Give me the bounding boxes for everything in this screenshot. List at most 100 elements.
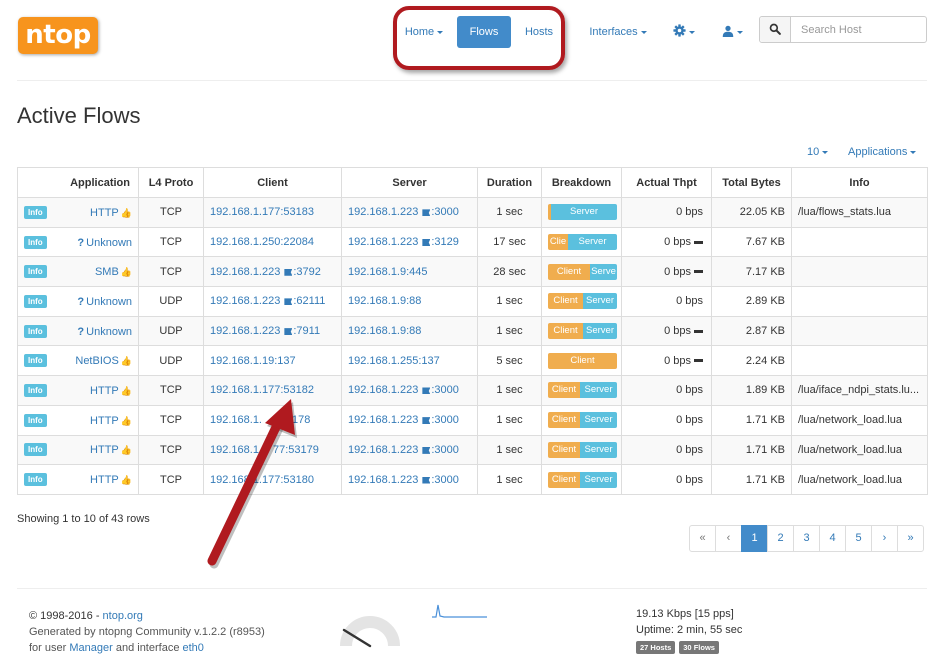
page-2[interactable]: 2 [767, 525, 794, 552]
info-button[interactable]: Info [24, 265, 47, 279]
thumbs-up-icon: 👍 [120, 445, 132, 456]
info-button[interactable]: Info [24, 235, 47, 249]
interface-link[interactable]: eth0 [183, 642, 204, 654]
showing-rows-text: Showing 1 to 10 of 43 rows [17, 513, 150, 525]
col-l4-proto[interactable]: L4 Proto [138, 167, 204, 198]
client-link[interactable]: 192.168.1.223:7911 [203, 315, 342, 347]
user-interface-line: for user Manager and interface eth0 [29, 640, 265, 656]
thpt-value: 0 bps [664, 325, 691, 338]
col-total-bytes[interactable]: Total Bytes [711, 167, 792, 198]
client-link[interactable]: 192.168.1. 178 [203, 404, 342, 436]
client-link[interactable]: 192.168.1.223:62111 [203, 286, 342, 317]
proto-cell: UDP [138, 286, 204, 317]
info-button[interactable]: Info [24, 324, 47, 338]
nav-user[interactable] [716, 16, 748, 48]
app-link[interactable]: SMB 👍 [95, 266, 132, 278]
app-link[interactable]: HTTP 👍 [90, 415, 132, 427]
client-link[interactable]: 192.168.1. 77:53179 [203, 434, 342, 466]
server-link[interactable]: 192.168.1.223:3129 [341, 226, 478, 258]
server-link[interactable]: 192.168.1.255:137 [341, 345, 478, 377]
app-link[interactable]: ? Unknown [77, 237, 132, 249]
info-button[interactable]: Info [24, 443, 47, 457]
info-button[interactable]: Info [24, 413, 47, 427]
col-info[interactable]: Info [791, 167, 928, 198]
chevron-down-icon [689, 30, 695, 34]
page-last[interactable]: » [897, 525, 924, 552]
client-link[interactable]: 192.168.1.19:137 [203, 345, 342, 377]
page-3[interactable]: 3 [793, 525, 820, 552]
client-port: 178 [292, 414, 311, 427]
info-button[interactable]: Info [24, 294, 47, 308]
server-link[interactable]: 192.168.1.223:3000 [341, 404, 478, 436]
server-link[interactable]: 192.168.1.223:3000 [341, 434, 478, 466]
throughput-gauge [340, 616, 400, 648]
server-link[interactable]: 192.168.1.9:445 [341, 256, 478, 288]
server-port: :3000 [431, 206, 459, 219]
server-host: 192.168.1.223 [348, 206, 419, 219]
client-host: 192.168.1.223 [210, 295, 281, 308]
col-application[interactable]: Application [17, 167, 139, 198]
page-1[interactable]: 1 [741, 525, 768, 552]
client-link[interactable]: 192.168.1.250:22084 [203, 226, 342, 258]
server-link[interactable]: 192.168.1.223:3000 [341, 375, 478, 406]
client-link[interactable]: 192.168.1.177:53182 [203, 375, 342, 406]
flag-icon [284, 298, 293, 306]
proto-cell: TCP [138, 464, 204, 495]
app-link[interactable]: ? Unknown [77, 296, 132, 308]
flag-icon [422, 239, 431, 247]
thumbs-up-icon: 👍 [120, 267, 132, 278]
server-link[interactable]: 192.168.1.9:88 [341, 315, 478, 347]
info-button[interactable]: Info [24, 473, 47, 487]
throughput-sparkline [432, 604, 487, 618]
client-link[interactable]: 192.168.1.177:53180 [203, 464, 342, 495]
col-duration[interactable]: Duration [477, 167, 542, 198]
breakdown-cell: Client Server [541, 286, 622, 317]
page-first[interactable]: « [689, 525, 716, 552]
flag-icon [422, 417, 431, 425]
info-button[interactable]: Info [24, 383, 47, 397]
throughput-text: 19.13 Kbps [15 pps] [636, 608, 734, 620]
app-name: SMB [94, 266, 119, 279]
ntop-org-link[interactable]: ntop.org [103, 610, 143, 622]
search-host-input[interactable] [792, 17, 926, 42]
col-breakdown[interactable]: Breakdown [541, 167, 622, 198]
duration-cell: 28 sec [477, 256, 542, 288]
applications-dropdown[interactable]: Applications [848, 146, 917, 158]
breakdown-server: Server [568, 234, 617, 251]
server-link[interactable]: 192.168.1.223:3000 [341, 464, 478, 495]
client-link[interactable]: 192.168.1.177:53183 [203, 197, 342, 228]
ntop-logo[interactable]: ntop [18, 17, 98, 54]
app-link[interactable]: NetBIOS 👍 [75, 355, 132, 367]
uptime-text: Uptime: 2 min, 55 sec [636, 624, 743, 636]
page-5[interactable]: 5 [845, 525, 872, 552]
server-link[interactable]: 192.168.1.223 :3000 [341, 197, 478, 228]
col-server[interactable]: Server [341, 167, 478, 198]
breakdown-cell: Clie Server [541, 226, 622, 258]
col-actual-thpt[interactable]: Actual Thpt [621, 167, 712, 198]
app-link[interactable]: HTTP 👍 [90, 385, 132, 397]
info-button[interactable]: Info [24, 205, 47, 219]
info-button[interactable]: Info [24, 354, 47, 368]
page-prev[interactable]: ‹ [715, 525, 742, 552]
app-link[interactable]: HTTP 👍 [90, 474, 132, 486]
client-host: 192.168.1. [210, 414, 262, 427]
app-link[interactable]: HTTP 👍 [90, 444, 132, 456]
page-next[interactable]: › [871, 525, 898, 552]
app-link[interactable]: HTTP 👍 [90, 207, 132, 219]
per-page-dropdown[interactable]: 10 [807, 146, 829, 158]
col-client[interactable]: Client [203, 167, 342, 198]
chevron-down-icon [736, 30, 743, 34]
hosts-badge[interactable]: 27 Hosts [636, 641, 676, 654]
search-button[interactable] [760, 17, 791, 42]
bytes-cell: 1.71 KB [711, 464, 792, 495]
user-link[interactable]: Manager [69, 642, 112, 654]
nav-settings[interactable] [668, 16, 700, 48]
server-link[interactable]: 192.168.1.9:88 [341, 286, 478, 317]
nav-interfaces[interactable]: Interfaces [585, 16, 651, 48]
app-link[interactable]: ? Unknown [77, 326, 132, 338]
client-link[interactable]: 192.168.1.223:3792 [203, 256, 342, 288]
breakdown-client: Client [548, 352, 617, 369]
page-4[interactable]: 4 [819, 525, 846, 552]
flows-badge[interactable]: 30 Flows [679, 641, 719, 654]
footer-info: © 1998-2016 - ntop.org Generated by ntop… [29, 608, 265, 656]
